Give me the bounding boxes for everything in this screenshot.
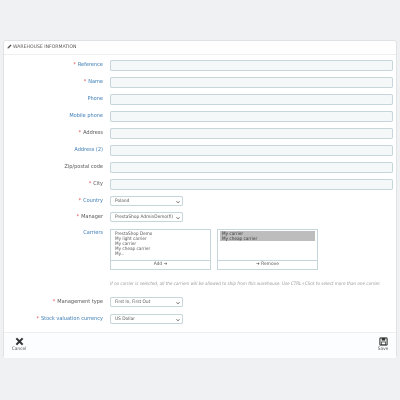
close-icon (15, 337, 23, 346)
zip-label: Zip/postal code (64, 164, 103, 170)
mobile-phone-input[interactable] (110, 111, 393, 122)
add-carrier-button[interactable]: Add ➔ (110, 261, 211, 270)
manager-select[interactable]: PrestaShop AdminDemo(fi) (110, 212, 183, 222)
list-item[interactable]: My cheap carrier (220, 236, 315, 241)
mobile-phone-label: Mobile phone (69, 113, 103, 119)
panel-footer: Cancel Save (4, 332, 396, 358)
floppy-disk-icon (378, 337, 388, 346)
management-type-select[interactable]: First In, First Out (110, 297, 183, 307)
available-carriers-list[interactable]: PrestaShop Demo My light carrier My carr… (110, 229, 211, 261)
zip-input[interactable] (110, 162, 393, 173)
phone-label: Phone (87, 96, 104, 102)
stock-currency-select[interactable]: US Dollar (110, 314, 183, 324)
management-type-label: * Management type (52, 299, 103, 305)
cancel-label: Cancel (11, 347, 27, 352)
country-select[interactable]: Poland (110, 196, 183, 206)
reference-label: * Reference (73, 62, 103, 68)
carriers-label: Carriers (83, 230, 103, 236)
country-label: * Country (78, 198, 103, 204)
chevron-down-icon (176, 216, 180, 220)
chevron-down-icon (176, 301, 180, 305)
stock-currency-value: US Dollar (115, 317, 135, 322)
remove-carrier-button[interactable]: ➔ Remove (217, 261, 318, 270)
address2-input[interactable] (110, 145, 393, 156)
stock-currency-label: * Stock valuation currency (36, 316, 103, 322)
chevron-down-icon (176, 318, 180, 322)
reference-input[interactable] (110, 60, 393, 71)
panel-title: Warehouse information (13, 45, 77, 50)
save-label: Save (377, 347, 389, 352)
name-label: * Name (83, 79, 103, 85)
panel-heading: Warehouse information (4, 41, 396, 55)
name-input[interactable] (110, 77, 393, 88)
pencil-icon (7, 44, 12, 49)
cancel-button[interactable]: Cancel (10, 337, 28, 355)
management-type-value: First In, First Out (115, 300, 151, 305)
chevron-down-icon (176, 200, 180, 204)
address-label: * Address (78, 130, 103, 136)
save-button[interactable]: Save (374, 337, 392, 355)
selected-carriers-list[interactable]: My carrier My cheap carrier (217, 229, 318, 261)
address-input[interactable] (110, 128, 393, 139)
address2-label: Address (2) (74, 147, 103, 153)
city-label: * City (88, 181, 103, 187)
list-item[interactable]: My... (113, 251, 208, 256)
country-value: Poland (115, 199, 130, 204)
warehouse-form-panel: Warehouse information * Reference * Name P… (3, 40, 397, 358)
city-input[interactable] (110, 179, 393, 190)
manager-value: PrestaShop AdminDemo(fi) (115, 215, 174, 220)
phone-input[interactable] (110, 94, 393, 105)
manager-label: * Manager (76, 214, 103, 220)
carriers-help-text: If no carrier is selected, all the carri… (110, 281, 381, 286)
